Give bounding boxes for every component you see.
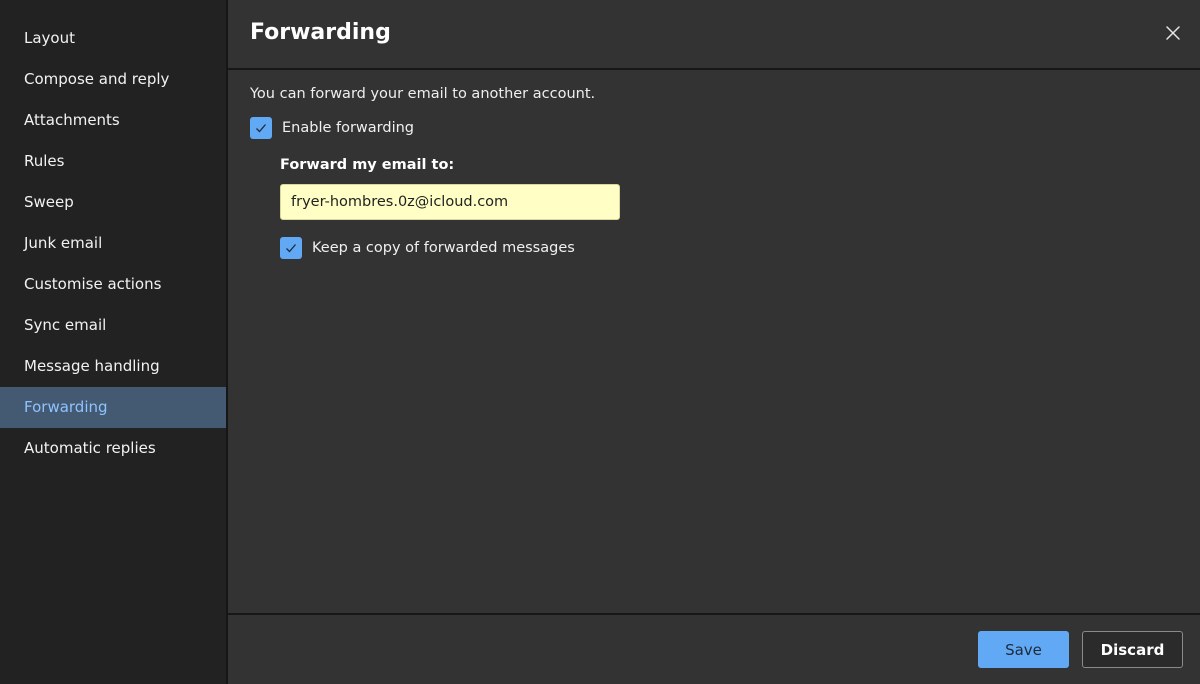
settings-main-panel: Forwarding You can forward your email to… (228, 0, 1200, 684)
panel-footer: Save Discard (228, 613, 1200, 684)
settings-sidebar: Layout Compose and reply Attachments Rul… (0, 0, 228, 684)
checkmark-icon (256, 124, 266, 133)
close-button[interactable] (1164, 24, 1182, 42)
page-title: Forwarding (250, 20, 391, 45)
sidebar-item-customise-actions[interactable]: Customise actions (0, 264, 226, 305)
forwarding-options: Forward my email to: Keep a copy of forw… (280, 157, 1200, 259)
sidebar-item-attachments[interactable]: Attachments (0, 100, 226, 141)
forward-email-input[interactable] (280, 184, 620, 220)
enable-forwarding-label: Enable forwarding (282, 120, 415, 136)
forwarding-settings: You can forward your email to another ac… (250, 86, 1200, 259)
keep-copy-checkbox[interactable]: Keep a copy of forwarded messages (280, 237, 1200, 259)
close-icon (1166, 26, 1180, 40)
sidebar-item-junk-email[interactable]: Junk email (0, 223, 226, 264)
checkbox-checked[interactable] (250, 117, 272, 139)
save-button[interactable]: Save (978, 631, 1069, 668)
sidebar-item-message-handling[interactable]: Message handling (0, 346, 226, 387)
panel-header: Forwarding (228, 0, 1200, 70)
sidebar-item-automatic-replies[interactable]: Automatic replies (0, 428, 226, 469)
discard-button[interactable]: Discard (1082, 631, 1183, 668)
sidebar-item-sweep[interactable]: Sweep (0, 182, 226, 223)
sidebar-item-layout[interactable]: Layout (0, 18, 226, 59)
checkbox-checked[interactable] (280, 237, 302, 259)
enable-forwarding-checkbox[interactable]: Enable forwarding (250, 117, 1200, 139)
sidebar-item-sync-email[interactable]: Sync email (0, 305, 226, 346)
sidebar-item-rules[interactable]: Rules (0, 141, 226, 182)
checkmark-icon (286, 244, 296, 253)
forward-to-label: Forward my email to: (280, 157, 455, 173)
sidebar-item-compose-and-reply[interactable]: Compose and reply (0, 59, 226, 100)
settings-nav-list: Layout Compose and reply Attachments Rul… (0, 18, 226, 469)
keep-copy-label: Keep a copy of forwarded messages (312, 240, 575, 256)
forwarding-description: You can forward your email to another ac… (250, 86, 596, 102)
sidebar-item-forwarding[interactable]: Forwarding (0, 387, 226, 428)
